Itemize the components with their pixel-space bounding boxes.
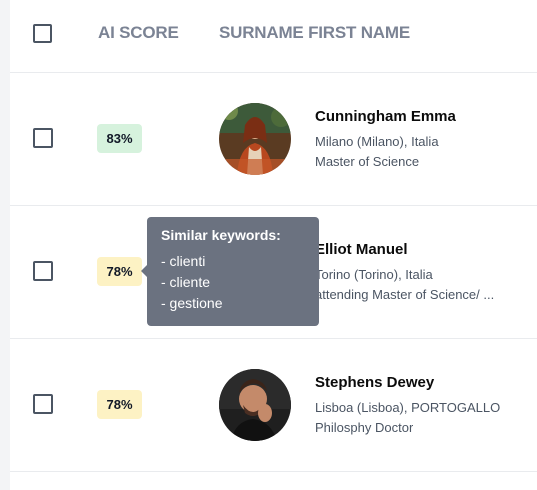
candidate-degree: Master of Science: [315, 154, 420, 169]
table-row[interactable]: 83% Cunningham Emma Milano (Milano), Ita…: [10, 73, 537, 206]
tooltip-keyword: - cliente: [161, 274, 211, 290]
candidate-name[interactable]: Cunningham Emma: [315, 108, 456, 125]
candidate-degree: attending Master of Science/ ...: [315, 287, 495, 302]
similar-keywords-tooltip: Similar keywords: - clienti - cliente - …: [141, 217, 319, 326]
candidate-degree: Philosphy Doctor: [315, 420, 414, 435]
candidate-avatar[interactable]: [219, 103, 291, 175]
ai-score-badge[interactable]: 78%: [97, 257, 142, 286]
tooltip-keyword: - clienti: [161, 253, 206, 269]
left-panel-edge: [0, 0, 10, 490]
column-header-ai-score[interactable]: AI SCORE: [98, 23, 179, 43]
tooltip-keyword: - gestione: [161, 295, 223, 311]
select-all-checkbox[interactable]: [33, 24, 52, 43]
column-header-name[interactable]: SURNAME FIRST NAME: [219, 23, 410, 43]
candidate-location: Lisboa (Lisboa), PORTOGALLO: [315, 400, 501, 415]
photo-woman-icon: [219, 103, 291, 175]
candidate-name[interactable]: Elliot Manuel: [315, 241, 408, 258]
row-select-checkbox[interactable]: [33, 394, 53, 414]
row-select-checkbox[interactable]: [33, 261, 53, 281]
row-select-checkbox[interactable]: [33, 128, 53, 148]
ai-score-badge: 83%: [97, 124, 142, 153]
candidate-location: Torino (Torino), Italia: [315, 267, 433, 282]
table-row[interactable]: 78% Stephens Dewey Lisboa (Lisboa), PORT…: [10, 339, 537, 472]
tooltip-title: Similar keywords:: [161, 227, 281, 243]
candidate-name[interactable]: Stephens Dewey: [315, 374, 434, 391]
photo-man-icon: [219, 369, 291, 441]
table-header-row: AI SCORE SURNAME FIRST NAME: [10, 0, 537, 73]
candidate-location: Milano (Milano), Italia: [315, 134, 439, 149]
candidate-avatar[interactable]: [219, 369, 291, 441]
ai-score-badge[interactable]: 78%: [97, 390, 142, 419]
